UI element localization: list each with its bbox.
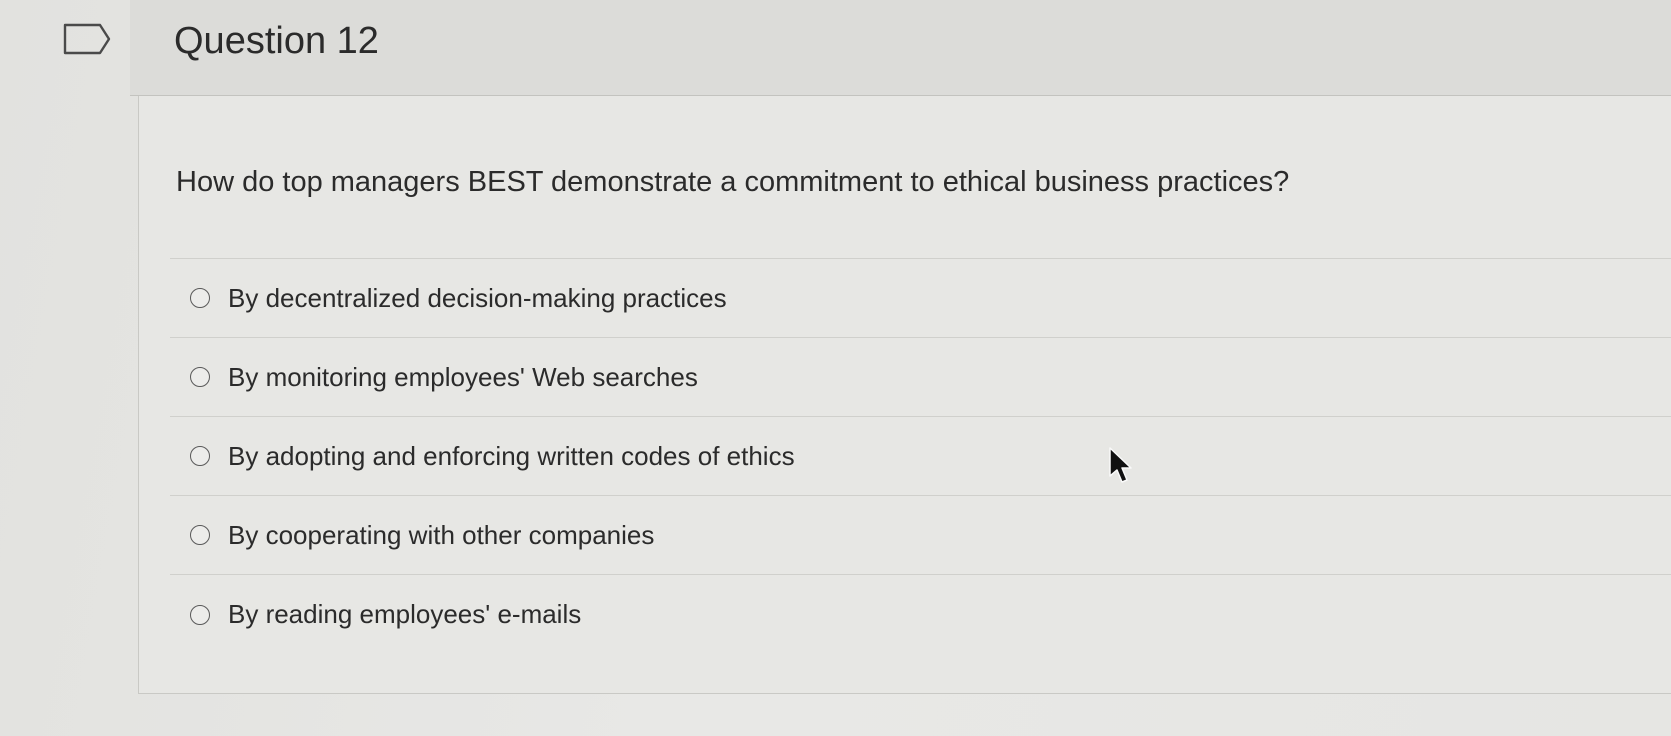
radio-unselected-icon[interactable] (190, 525, 210, 545)
answer-option[interactable]: By adopting and enforcing written codes … (170, 417, 1671, 496)
answer-option[interactable]: By cooperating with other companies (170, 496, 1671, 575)
radio-unselected-icon[interactable] (190, 604, 210, 625)
radio-unselected-icon[interactable] (190, 288, 210, 308)
answer-label: By adopting and enforcing written codes … (228, 440, 795, 471)
answer-label: By decentralized decision-making practic… (228, 282, 727, 313)
quiz-page: Question 12 How do top managers BEST dem… (0, 0, 1671, 736)
answer-list: By decentralized decision-making practic… (170, 258, 1671, 654)
answer-option[interactable]: By decentralized decision-making practic… (170, 259, 1671, 338)
answer-option[interactable]: By reading employees' e-mails (170, 575, 1671, 654)
answer-option[interactable]: By monitoring employees' Web searches (170, 338, 1671, 417)
question-title: Question 12 (174, 20, 379, 62)
answer-label: By reading employees' e-mails (228, 599, 582, 629)
radio-unselected-icon[interactable] (190, 446, 210, 466)
answer-label: By cooperating with other companies (228, 519, 655, 550)
flag-question-icon[interactable] (62, 22, 112, 56)
mouse-pointer-icon (1109, 447, 1132, 483)
question-prompt: How do top managers BEST demonstrate a c… (176, 166, 1290, 198)
answer-label: By monitoring employees' Web searches (228, 361, 698, 392)
radio-unselected-icon[interactable] (190, 367, 210, 387)
